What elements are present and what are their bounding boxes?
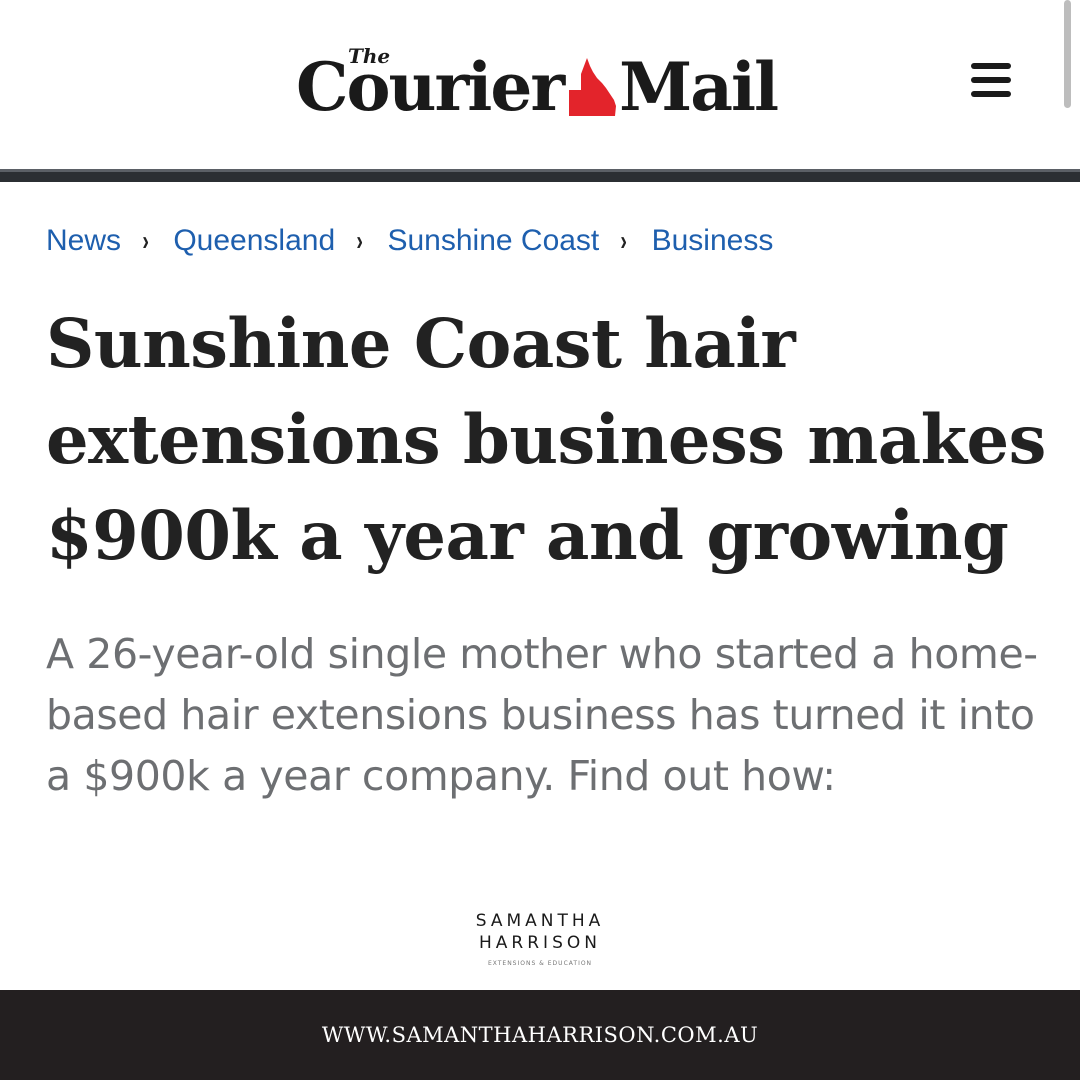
article-standfirst: A 26-year-old single mother who started …	[46, 630, 1038, 800]
chevron-right-icon: ›	[620, 225, 628, 256]
hamburger-menu-icon[interactable]	[968, 63, 1014, 103]
breadcrumb-business[interactable]: Business	[652, 224, 774, 258]
website-link[interactable]: WWW.SAMANTHAHARRISON.COM.AU	[322, 1023, 758, 1047]
footer-bar: WWW.SAMANTHAHARRISON.COM.AU	[0, 990, 1080, 1080]
logo-the: The	[348, 44, 391, 68]
brand-tagline: EXTENSIONS & EDUCATION	[487, 960, 593, 967]
breadcrumb-news[interactable]: News	[46, 224, 121, 258]
breadcrumb-sunshine-coast[interactable]: Sunshine Coast	[387, 224, 599, 258]
breadcrumb-queensland[interactable]: Queensland	[173, 224, 335, 258]
chevron-right-icon: ›	[142, 225, 149, 256]
logo-word-courier: Courier	[296, 48, 565, 126]
brand-name-line-2: HARRISON	[479, 933, 601, 953]
brand-name-line-1: SAMANTHA	[475, 911, 605, 931]
breadcrumb: News › Queensland › Sunshine Coast › Bus…	[46, 224, 773, 258]
site-logo[interactable]: The Courier Mail	[296, 42, 779, 126]
scrollbar[interactable]	[1064, 0, 1071, 108]
masthead: The Courier Mail	[0, 0, 1080, 170]
chevron-right-icon: ›	[356, 225, 364, 256]
logo-word-mail: Mail	[619, 48, 779, 126]
queensland-map-icon	[569, 58, 617, 116]
article-headline: Sunshine Coast hair extensions business …	[46, 304, 1046, 575]
masthead-divider	[0, 169, 1080, 182]
samantha-harrison-logo: SAMANTHA HARRISON EXTENSIONS & EDUCATION	[400, 910, 680, 967]
